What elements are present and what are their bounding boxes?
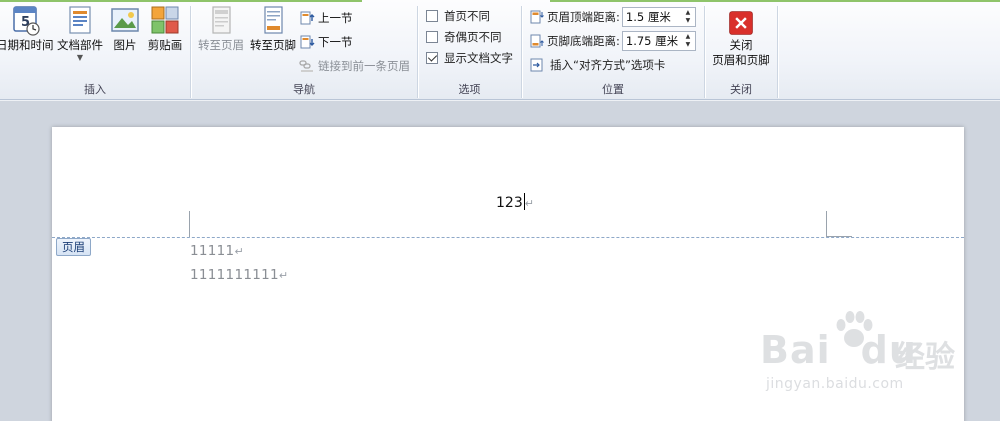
header-from-top-label: 页眉顶端距离: bbox=[547, 10, 620, 24]
checkbox-box[interactable] bbox=[426, 10, 438, 22]
position-group-label: 位置 bbox=[602, 83, 624, 96]
different-odd-even-label: 奇偶页不同 bbox=[444, 30, 502, 44]
show-document-text-checkbox[interactable]: 显示文档文字 bbox=[426, 49, 513, 67]
goto-footer-label: 转至页脚 bbox=[250, 38, 296, 52]
different-first-page-label: 首页不同 bbox=[444, 9, 490, 23]
checkbox-box-checked[interactable] bbox=[426, 52, 438, 64]
paragraph-mark: ↵ bbox=[524, 197, 534, 210]
header-position-icon bbox=[530, 10, 544, 24]
alignment-tab-icon bbox=[530, 58, 543, 72]
link-to-previous-button[interactable]: 链接到前一条页眉 bbox=[299, 56, 410, 76]
watermark-url: jingyan.baidu.com bbox=[766, 376, 904, 392]
document-parts-icon bbox=[69, 6, 91, 34]
baidu-jingyan-watermark: Bai du 经验 jingyan.baidu.com bbox=[760, 310, 990, 410]
footer-from-bottom-spinner[interactable]: ▲▼ bbox=[621, 31, 696, 51]
paragraph-mark: ↵ bbox=[234, 245, 244, 258]
clip-art-button[interactable]: 剪贴画 bbox=[146, 4, 184, 53]
chevron-down-icon: ▼ bbox=[76, 53, 84, 62]
close-header-footer-button[interactable]: 关闭 页眉和页脚 bbox=[707, 10, 775, 68]
link-to-previous-label: 链接到前一条页眉 bbox=[318, 59, 410, 73]
group-separator bbox=[777, 6, 778, 98]
options-group-label: 选项 bbox=[458, 83, 481, 96]
close-group-label: 关闭 bbox=[730, 83, 752, 96]
body-line-text: 1111111111 bbox=[190, 267, 279, 283]
picture-label: 图片 bbox=[113, 38, 137, 52]
different-odd-even-checkbox[interactable]: 奇偶页不同 bbox=[426, 28, 502, 46]
close-x-icon bbox=[729, 11, 753, 35]
header-from-top-spinner[interactable]: ▲▼ bbox=[621, 7, 696, 27]
close-label-line2: 页眉和页脚 bbox=[712, 53, 770, 67]
body-line-text: 11111 bbox=[190, 243, 235, 259]
next-section-button[interactable]: 下一节 bbox=[299, 32, 353, 52]
insert-alignment-tab-button[interactable]: 插入“对齐方式”选项卡 bbox=[530, 54, 665, 76]
picture-button[interactable]: 图片 bbox=[108, 4, 142, 53]
baidu-logo-text: Bai du bbox=[760, 328, 917, 372]
quick-parts-button[interactable]: 文档部件 ▼ bbox=[56, 4, 104, 63]
link-chain-icon bbox=[299, 60, 313, 72]
logo-text-part1: Bai bbox=[760, 328, 831, 372]
next-section-icon bbox=[300, 35, 315, 49]
navigation-group: 转至页眉 转至页脚 上一节 下一节 链接到前一条页眉 导航 bbox=[191, 2, 417, 99]
header-text[interactable]: 123 ↵ bbox=[496, 193, 534, 211]
clip-art-icon bbox=[151, 6, 179, 34]
picture-icon bbox=[111, 8, 139, 32]
show-document-text-label: 显示文档文字 bbox=[444, 51, 513, 65]
margin-corner-mark bbox=[189, 211, 190, 237]
margin-corner-mark bbox=[826, 211, 827, 237]
insert-group: 5 日期和时间 文档部件 ▼ 图片 剪贴画 插入 bbox=[0, 2, 190, 99]
insert-group-label: 插入 bbox=[84, 83, 106, 96]
navigation-group-label: 导航 bbox=[293, 83, 315, 96]
body-line[interactable]: 1111111111↵ bbox=[190, 267, 288, 283]
footer-from-bottom-row: 页脚底端距离: ▲▼ bbox=[530, 30, 696, 52]
previous-section-button[interactable]: 上一节 bbox=[299, 8, 353, 28]
header-boundary-line bbox=[52, 237, 964, 238]
next-section-label: 下一节 bbox=[318, 35, 353, 49]
goto-header-label: 转至页眉 bbox=[198, 38, 244, 52]
options-group: 首页不同 奇偶页不同 显示文档文字 选项 bbox=[418, 2, 521, 99]
body-line[interactable]: 11111↵ bbox=[190, 243, 244, 259]
date-time-label: 日期和时间 bbox=[0, 38, 54, 52]
header-content: 123 bbox=[496, 195, 523, 211]
goto-header-button[interactable]: 转至页眉 bbox=[195, 4, 247, 53]
close-group: 关闭 页眉和页脚 关闭 bbox=[705, 2, 777, 99]
footer-from-bottom-label: 页脚底端距离: bbox=[547, 34, 620, 48]
goto-footer-icon bbox=[264, 6, 283, 34]
date-time-button[interactable]: 5 日期和时间 bbox=[0, 4, 54, 53]
calendar-clock-icon: 5 bbox=[13, 6, 40, 36]
previous-section-label: 上一节 bbox=[318, 11, 353, 25]
spin-arrows-icon[interactable]: ▲ ▼ bbox=[681, 8, 695, 26]
header-from-top-input[interactable] bbox=[622, 8, 681, 26]
goto-footer-button[interactable]: 转至页脚 bbox=[247, 4, 299, 53]
checkbox-box[interactable] bbox=[426, 31, 438, 43]
footer-position-icon bbox=[530, 34, 544, 48]
header-from-top-row: 页眉顶端距离: ▲▼ bbox=[530, 6, 696, 28]
quick-parts-label: 文档部件 bbox=[57, 38, 103, 52]
footer-from-bottom-input[interactable] bbox=[622, 32, 681, 50]
clip-art-label: 剪贴画 bbox=[147, 38, 183, 52]
jingyan-text: 经验 bbox=[895, 340, 955, 375]
insert-alignment-tab-label: 插入“对齐方式”选项卡 bbox=[550, 58, 666, 72]
close-label-line1: 关闭 bbox=[729, 38, 753, 52]
goto-header-icon bbox=[212, 6, 231, 34]
header-label-tag: 页眉 bbox=[56, 238, 91, 256]
ribbon: 5 日期和时间 文档部件 ▼ 图片 剪贴画 插入 转至页眉 转至页脚 上一节 下… bbox=[0, 0, 1000, 100]
spin-arrows-icon[interactable]: ▲ ▼ bbox=[681, 32, 695, 50]
different-first-page-checkbox[interactable]: 首页不同 bbox=[426, 7, 490, 25]
paragraph-mark: ↵ bbox=[278, 269, 289, 282]
previous-section-icon bbox=[300, 11, 315, 25]
